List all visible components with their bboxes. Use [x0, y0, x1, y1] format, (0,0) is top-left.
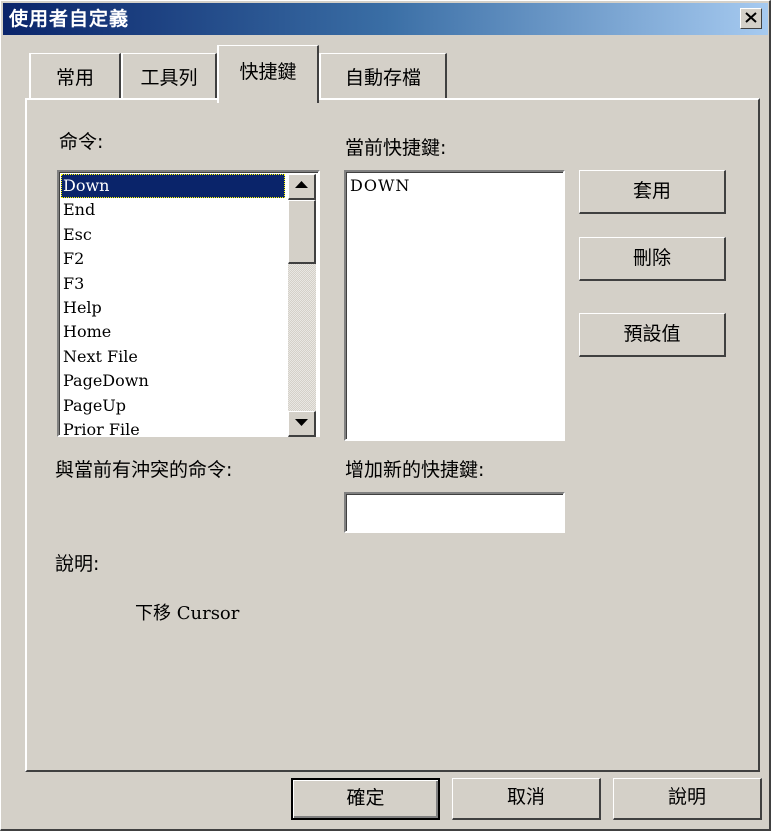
command-list-item[interactable]: Prior File — [61, 418, 285, 442]
cancel-button-label: 取消 — [506, 786, 545, 808]
help-button[interactable]: 說明 — [613, 778, 762, 820]
tab-label: 自動存檔 — [344, 67, 421, 89]
ok-button-label: 確定 — [346, 787, 385, 809]
shortcut-item[interactable]: DOWN — [350, 176, 410, 196]
customize-dialog: 使用者自定義 常用 工具列 快捷鍵 自動存檔 命令: Down End Esc F2 F… — [0, 0, 771, 831]
current-shortcuts-label: 當前快捷鍵: — [345, 137, 447, 159]
command-list-item[interactable]: Next File — [61, 345, 285, 369]
reset-defaults-button[interactable]: 預設值 — [579, 313, 726, 357]
ok-button[interactable]: 確定 — [291, 778, 440, 820]
tab-label: 工具列 — [140, 67, 198, 89]
tab-general[interactable]: 常用 — [29, 53, 121, 99]
shortcuts-panel: 命令: Down End Esc F2 F3 Help Home Next File PageD… — [25, 98, 760, 772]
commands-list: Down End Esc F2 F3 Help Home Next File PageDown P… — [61, 174, 285, 442]
delete-button-label: 刪除 — [632, 247, 671, 269]
reset-defaults-button-label: 預設值 — [623, 323, 681, 345]
command-list-item[interactable]: End — [61, 198, 285, 222]
description-label: 說明: — [55, 553, 100, 575]
command-list-item[interactable]: F2 — [61, 247, 285, 271]
tab-label: 快捷鍵 — [239, 61, 297, 83]
description-text: 下移 Cursor — [135, 603, 240, 624]
tab-toolbar[interactable]: 工具列 — [121, 53, 217, 99]
scroll-up-button[interactable] — [288, 174, 316, 200]
scroll-down-button[interactable] — [288, 411, 316, 437]
command-list-item[interactable]: Home — [61, 320, 285, 344]
apply-button[interactable]: 套用 — [579, 170, 726, 214]
delete-button[interactable]: 刪除 — [579, 237, 726, 281]
commands-listbox[interactable]: Down End Esc F2 F3 Help Home Next File PageDown P… — [57, 170, 320, 439]
commands-scrollbar[interactable] — [288, 174, 316, 437]
tab-label: 常用 — [55, 67, 94, 89]
new-shortcut-label: 增加新的快捷鍵: — [345, 459, 485, 481]
arrow-down-icon — [295, 419, 308, 426]
command-list-item[interactable]: PageDown — [61, 369, 285, 393]
commands-label: 命令: — [59, 131, 104, 153]
apply-button-label: 套用 — [632, 180, 671, 202]
scroll-thumb[interactable] — [288, 200, 316, 264]
command-list-item[interactable]: PageUp — [61, 394, 285, 418]
help-button-label: 說明 — [667, 786, 706, 808]
new-shortcut-input[interactable] — [344, 492, 565, 533]
conflicts-label: 與當前有沖突的命令: — [55, 459, 233, 481]
command-list-item[interactable]: Esc — [61, 223, 285, 247]
command-list-item[interactable]: Down — [61, 174, 285, 199]
command-list-item[interactable]: Help — [61, 296, 285, 320]
tab-shortcuts[interactable]: 快捷鍵 — [217, 45, 319, 103]
close-button[interactable] — [740, 8, 762, 29]
cancel-button[interactable]: 取消 — [452, 778, 601, 820]
window-title: 使用者自定義 — [9, 8, 130, 30]
tab-autosave[interactable]: 自動存檔 — [319, 53, 447, 99]
close-icon — [745, 12, 757, 23]
arrow-up-icon — [295, 181, 308, 188]
current-shortcuts-listbox[interactable]: DOWN — [344, 170, 565, 441]
command-list-item[interactable]: F3 — [61, 272, 285, 296]
title-bar[interactable]: 使用者自定義 — [3, 3, 768, 35]
